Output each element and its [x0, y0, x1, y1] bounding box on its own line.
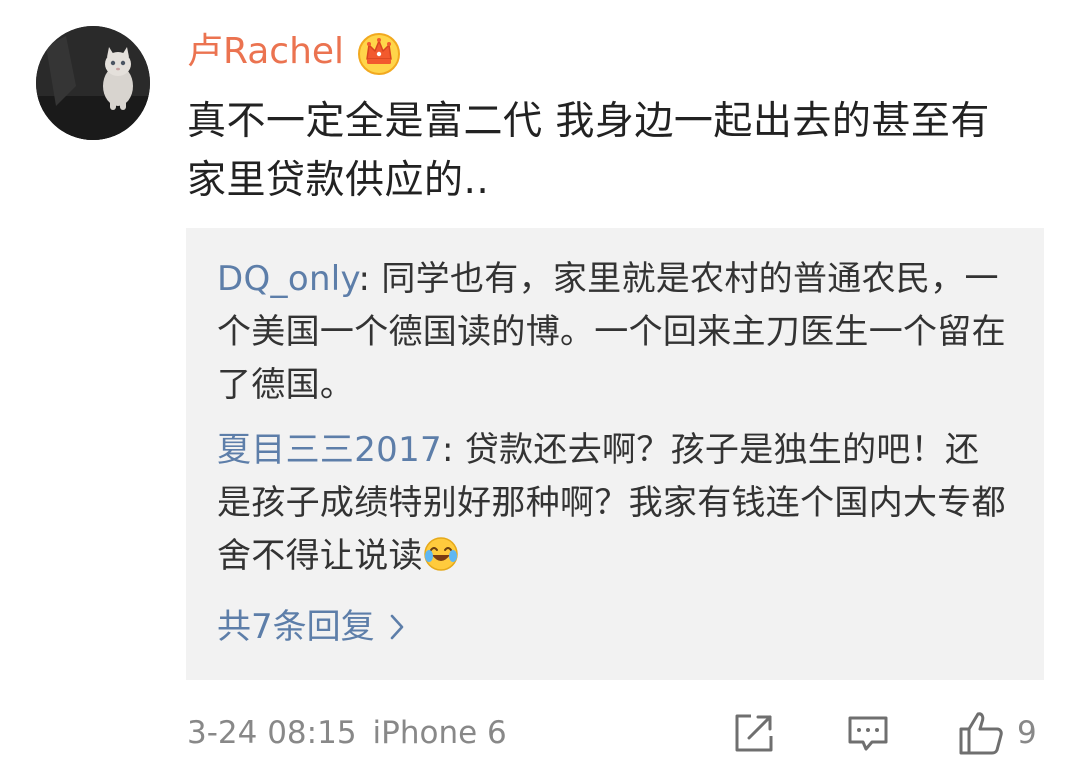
reply-item[interactable]: DQ_only: 同学也有，家里就是农村的普通农民，一个美国一个德国读的博。一个… — [217, 253, 1007, 412]
reply-separator: : — [441, 430, 465, 470]
reply-item[interactable]: 夏目三三2017: 贷款还去啊？孩子是独生的吧！还是孩子成绩特别好那种啊？我家有… — [217, 424, 1007, 583]
thumbs-up-icon — [959, 712, 1003, 755]
reply-list: DQ_only: 同学也有，家里就是农村的普通农民，一个美国一个德国读的博。一个… — [186, 228, 1044, 680]
reply-author[interactable]: 夏目三三2017 — [217, 430, 442, 470]
crown-icon[interactable] — [356, 29, 402, 75]
comment-meta: 3-24 08:15 iPhone 6 — [187, 710, 507, 756]
reply-separator: : — [358, 259, 382, 299]
comment-icon — [848, 716, 888, 751]
comment-header: 卢Rachel — [187, 24, 402, 80]
more-replies-link[interactable]: 共7条回复 — [217, 602, 405, 652]
kitten-photo — [36, 26, 150, 140]
share-icon — [735, 714, 773, 752]
comment-button[interactable] — [846, 708, 890, 758]
device-name: iPhone 6 — [372, 715, 507, 751]
username[interactable]: 卢Rachel — [187, 34, 344, 70]
more-replies-label: 共7条回复 — [217, 607, 375, 647]
laugh-cry-emoji — [424, 537, 458, 571]
share-button[interactable] — [732, 708, 776, 758]
avatar[interactable] — [36, 26, 150, 140]
chevron-right-icon — [390, 614, 403, 640]
like-button[interactable]: 9 — [957, 708, 1037, 758]
like-count: 9 — [1017, 715, 1037, 751]
comment-timestamp: 3-24 08:15 — [187, 715, 357, 751]
reply-author[interactable]: DQ_only — [217, 259, 359, 299]
comment-text: 真不一定全是富二代 我身边一起出去的甚至有家里贷款供应的.. — [187, 99, 990, 203]
